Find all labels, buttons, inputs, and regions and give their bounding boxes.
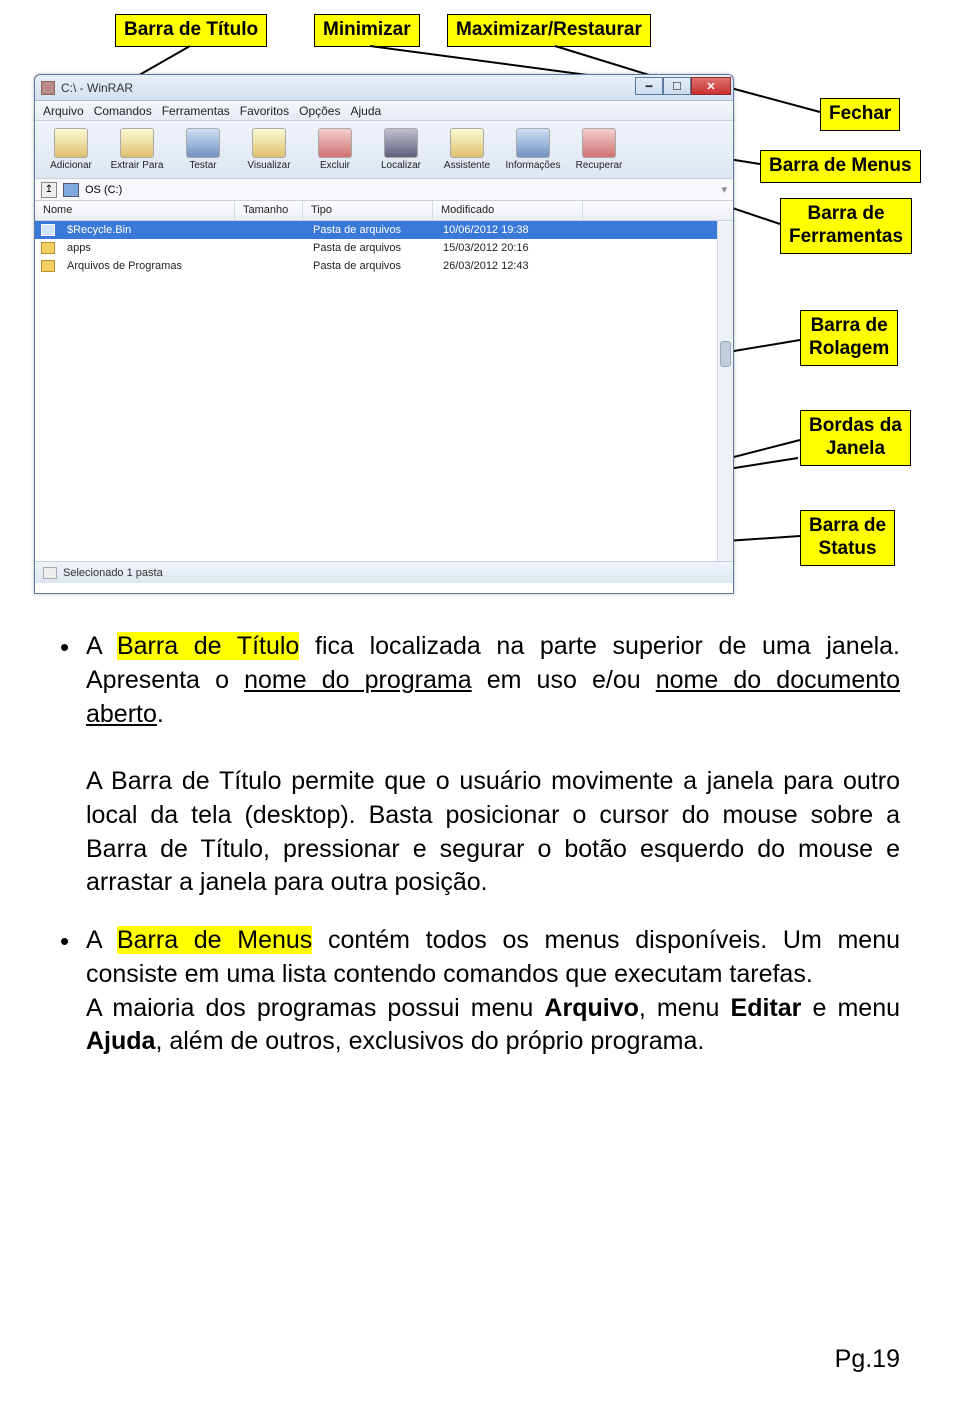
toolbar-localizar[interactable]: Localizar: [371, 128, 431, 171]
table-row[interactable]: Arquivos de Programas Pasta de arquivos …: [35, 257, 733, 275]
callout-fechar: Fechar: [820, 98, 900, 131]
winrar-window: C:\ - WinRAR ━ ☐ ✕ Arquivo Comandos Ferr…: [34, 74, 734, 594]
callout-barra-rolagem: Barra de Rolagem: [800, 310, 898, 366]
menu-opcoes[interactable]: Opções: [299, 104, 340, 118]
folder-icon: [41, 260, 55, 272]
callout-barra-ferramentas: Barra de Ferramentas: [780, 198, 912, 254]
menu-favoritos[interactable]: Favoritos: [240, 104, 289, 118]
article-body: A Barra de Título fica localizada na par…: [60, 630, 900, 1083]
folder-icon: [41, 242, 55, 254]
menu-arquivo[interactable]: Arquivo: [43, 104, 84, 118]
callout-barra-titulo: Barra de Título: [115, 14, 267, 47]
toolbar-visualizar[interactable]: Visualizar: [239, 128, 299, 171]
column-header: Nome Tamanho Tipo Modificado: [35, 201, 733, 221]
bullet-1: A Barra de Título fica localizada na par…: [60, 630, 900, 900]
window-title: C:\ - WinRAR: [61, 81, 133, 95]
toolbar: Adicionar Extrair Para Testar Visualizar…: [35, 121, 733, 179]
page-number: Pg.19: [835, 1345, 900, 1374]
callout-bordas-janela: Bordas da Janela: [800, 410, 911, 466]
scrollbar[interactable]: [717, 221, 733, 561]
toolbar-informacoes[interactable]: Informações: [503, 128, 563, 171]
menu-ferramentas[interactable]: Ferramentas: [162, 104, 230, 118]
app-icon: [41, 81, 55, 95]
toolbar-assistente[interactable]: Assistente: [437, 128, 497, 171]
maximize-button[interactable]: ☐: [663, 77, 691, 95]
status-bar: Selecionado 1 pasta: [35, 561, 733, 583]
col-tamanho[interactable]: Tamanho: [235, 201, 303, 220]
bullet-2: A Barra de Menus contém todos os menus d…: [60, 924, 900, 1059]
paragraph-2: A Barra de Título permite que o usuário …: [86, 767, 900, 896]
callout-barra-menus: Barra de Menus: [760, 150, 921, 183]
col-nome[interactable]: Nome: [35, 201, 235, 220]
toolbar-recuperar[interactable]: Recuperar: [569, 128, 629, 171]
toolbar-extrair[interactable]: Extrair Para: [107, 128, 167, 171]
callout-minimizar: Minimizar: [314, 14, 420, 47]
toolbar-testar[interactable]: Testar: [173, 128, 233, 171]
col-modificado[interactable]: Modificado: [433, 201, 583, 220]
minimize-button[interactable]: ━: [635, 77, 663, 95]
menu-ajuda[interactable]: Ajuda: [350, 104, 381, 118]
file-list: $Recycle.Bin Pasta de arquivos 10/06/201…: [35, 221, 733, 561]
up-icon[interactable]: ↥: [41, 182, 57, 198]
col-tipo[interactable]: Tipo: [303, 201, 433, 220]
path-dropdown-icon[interactable]: ▾: [721, 183, 727, 196]
scrollbar-thumb[interactable]: [720, 341, 731, 367]
menu-comandos[interactable]: Comandos: [94, 104, 152, 118]
menu-bar: Arquivo Comandos Ferramentas Favoritos O…: [35, 101, 733, 121]
path-label: OS (C:): [85, 184, 122, 196]
toolbar-adicionar[interactable]: Adicionar: [41, 128, 101, 171]
folder-icon: [41, 224, 55, 236]
callout-barra-status: Barra de Status: [800, 510, 895, 566]
toolbar-excluir[interactable]: Excluir: [305, 128, 365, 171]
close-button[interactable]: ✕: [691, 77, 731, 95]
table-row[interactable]: apps Pasta de arquivos 15/03/2012 20:16: [35, 239, 733, 257]
status-icon: [43, 567, 57, 579]
table-row[interactable]: $Recycle.Bin Pasta de arquivos 10/06/201…: [35, 221, 733, 239]
status-text: Selecionado 1 pasta: [63, 567, 163, 579]
callout-maximizar: Maximizar/Restaurar: [447, 14, 651, 47]
drive-icon: [63, 183, 79, 197]
path-bar[interactable]: ↥ OS (C:) ▾: [35, 179, 733, 201]
title-bar[interactable]: C:\ - WinRAR ━ ☐ ✕: [35, 75, 733, 101]
